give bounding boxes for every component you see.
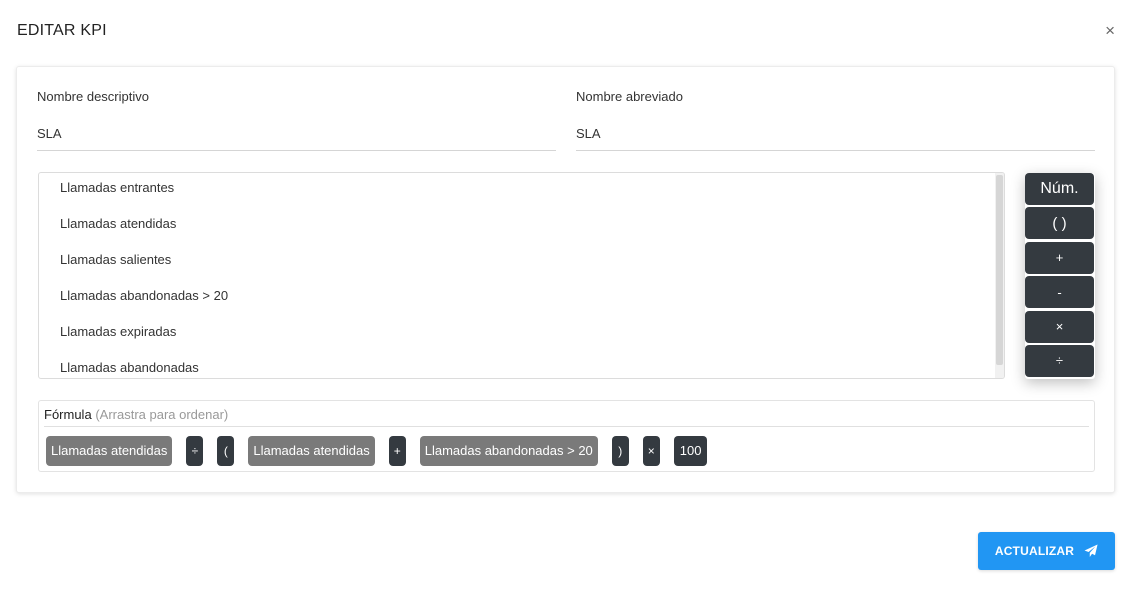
formula-box: Fórmula (Arrastra para ordenar) Llamadas… <box>38 400 1095 472</box>
formula-token-variable[interactable]: Llamadas atendidas <box>248 436 375 466</box>
formula-token-variable[interactable]: Llamadas abandonadas > 20 <box>419 436 598 466</box>
multiply-button[interactable]: × <box>1025 310 1094 343</box>
variable-item[interactable]: Llamadas abandonadas <box>39 353 1004 378</box>
formula-hint: (Arrastra para ordenar) <box>95 407 229 422</box>
formula-token-operator[interactable]: ) <box>611 436 629 466</box>
formula-token-operator[interactable]: + <box>388 436 406 466</box>
variable-item[interactable]: Llamadas abandonadas > 20 <box>39 281 1004 317</box>
number-button[interactable]: Núm. <box>1025 173 1094 205</box>
formula-token-variable[interactable]: Llamadas atendidas <box>46 436 173 466</box>
short-name-field: Nombre abreviado <box>576 89 1095 151</box>
formula-token-operator[interactable]: × <box>642 436 660 466</box>
variable-item[interactable]: Llamadas expiradas <box>39 317 1004 353</box>
paper-plane-icon <box>1084 544 1098 557</box>
divide-button[interactable]: ÷ <box>1025 344 1094 377</box>
descriptive-name-field: Nombre descriptivo <box>37 89 556 151</box>
short-name-input[interactable] <box>576 122 1095 151</box>
formula-token-operator[interactable]: ( <box>217 436 235 466</box>
plus-button[interactable]: + <box>1025 241 1094 274</box>
modal-title: EDITAR KPI <box>17 22 107 39</box>
formula-label: Fórmula <box>44 407 92 422</box>
variables-list[interactable]: Llamadas entrantes Llamadas atendidas Ll… <box>38 172 1005 379</box>
variable-item[interactable]: Llamadas atendidas <box>39 209 1004 245</box>
formula-token-number[interactable]: 100 <box>673 436 708 466</box>
formula-header: Fórmula (Arrastra para ordenar) <box>44 407 1089 427</box>
kpi-form-card: Nombre descriptivo Nombre abreviado Llam… <box>16 66 1115 493</box>
close-icon[interactable]: × <box>1105 22 1115 39</box>
parentheses-button[interactable]: ( ) <box>1025 207 1094 240</box>
update-button-label: ACTUALIZAR <box>994 544 1075 558</box>
formula-token-operator[interactable]: ÷ <box>186 436 204 466</box>
variables-scrollbar[interactable] <box>995 173 1004 378</box>
descriptive-name-input[interactable] <box>37 122 556 151</box>
formula-tokens[interactable]: Llamadas atendidas ÷ ( Llamadas atendida… <box>46 436 721 466</box>
variable-item[interactable]: Llamadas salientes <box>39 245 1004 281</box>
update-button[interactable]: ACTUALIZAR <box>978 532 1115 570</box>
edit-kpi-modal: EDITAR KPI × Nombre descriptivo Nombre a… <box>0 0 1133 589</box>
minus-button[interactable]: - <box>1025 276 1094 309</box>
variable-item[interactable]: Llamadas entrantes <box>39 173 1004 209</box>
descriptive-name-label: Nombre descriptivo <box>37 89 149 104</box>
scrollbar-thumb[interactable] <box>996 175 1003 365</box>
operator-buttons: Núm. ( ) + - × ÷ <box>1025 173 1095 379</box>
short-name-label: Nombre abreviado <box>576 89 683 104</box>
